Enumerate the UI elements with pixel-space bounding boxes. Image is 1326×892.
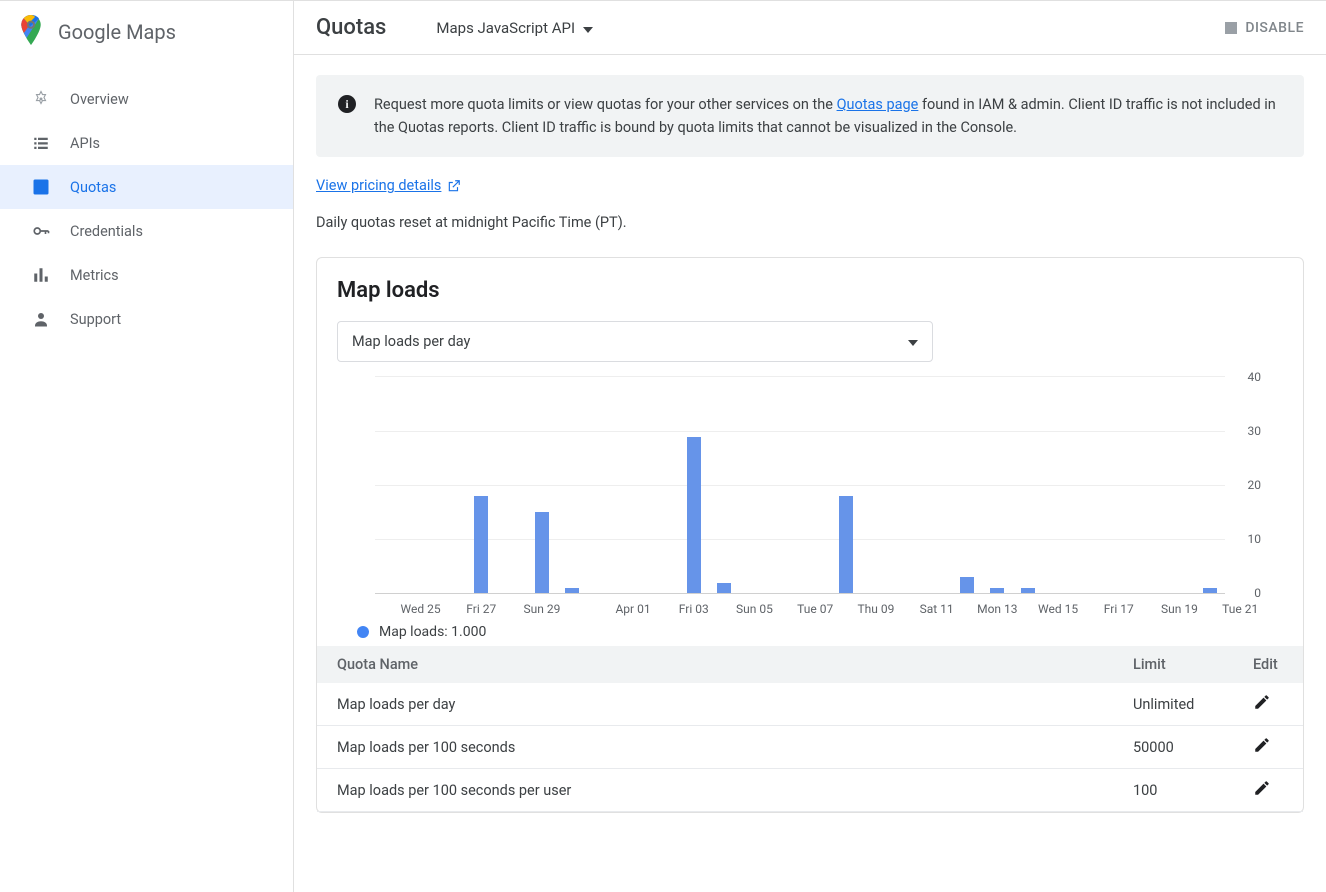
x-tick: Mon 13 [977,602,1017,616]
x-tick: Sat 11 [920,602,954,616]
sidebar-item-label: Support [70,311,121,328]
view-pricing-link[interactable]: View pricing details [316,177,461,194]
caret-down-icon [908,334,918,350]
brand: Google Maps [0,1,293,63]
granularity-select[interactable]: Map loads per day [337,321,933,362]
chart-bar[interactable] [535,512,549,593]
google-maps-logo-icon [20,15,42,49]
person-icon [30,309,52,329]
sidebar: Google Maps Overview APIs Quotas Credent… [0,1,294,892]
chart: 010203040 Wed 25 Fri 27 Sun 29 Apr 01 Fri 03 S… [337,376,1283,640]
reset-note: Daily quotas reset at midnight Pacific T… [316,214,1304,231]
chart-bar[interactable] [717,583,731,594]
info-text: Request more quota limits or view quotas… [374,93,1282,139]
x-tick: Apr 01 [615,602,650,616]
quota-table: Quota Name Limit Edit Map loads per dayU… [317,646,1303,812]
sidebar-item-credentials[interactable]: Credentials [0,209,293,253]
brand-name: Google Maps [58,20,176,44]
quota-name: Map loads per 100 seconds per user [317,769,1113,812]
x-tick: Wed 25 [401,602,441,616]
x-tick: Tue 07 [797,602,833,616]
api-overview-icon [30,89,52,109]
caret-down-icon [583,19,593,37]
edit-button[interactable] [1253,779,1271,797]
col-header-edit: Edit [1233,646,1303,683]
col-header-name: Quota Name [317,646,1113,683]
x-tick: Fri 03 [679,602,709,616]
quota-name: Map loads per 100 seconds [317,726,1113,769]
x-tick: Sun 05 [736,602,773,616]
chart-bar[interactable] [839,496,853,593]
sidebar-item-overview[interactable]: Overview [0,77,293,121]
chart-bar[interactable] [990,588,1004,593]
map-loads-card: Map loads Map loads per day 010203040Wed… [316,257,1304,813]
quotas-page-link[interactable]: Quotas page [837,96,919,113]
y-tick: 30 [1248,424,1262,438]
y-tick: 10 [1248,532,1262,546]
chart-bar[interactable] [565,588,579,593]
chart-bar[interactable] [1021,588,1035,593]
table-row: Map loads per dayUnlimited [317,683,1303,726]
sidebar-item-metrics[interactable]: Metrics [0,253,293,297]
info-banner: i Request more quota limits or view quot… [316,75,1304,157]
legend-label: Map loads: 1.000 [379,624,486,640]
chart-bar[interactable] [960,577,974,593]
disable-button[interactable]: DISABLE [1225,20,1304,36]
api-selector-label: Maps JavaScript API [436,19,575,37]
bars-icon [30,265,52,285]
external-link-icon [447,179,461,193]
disable-label: DISABLE [1245,20,1304,36]
x-tick: Wed 15 [1038,602,1078,616]
x-tick: Fri 17 [1104,602,1134,616]
quota-limit: 50000 [1113,726,1233,769]
quota-limit: 100 [1113,769,1233,812]
info-icon: i [338,95,356,113]
quota-icon [30,177,52,197]
quota-limit: Unlimited [1113,683,1233,726]
key-icon [30,221,52,241]
y-tick: 0 [1254,586,1261,600]
x-tick: Fri 27 [466,602,496,616]
list-icon [30,133,52,153]
chart-bar[interactable] [687,437,701,594]
sidebar-item-label: Metrics [70,267,119,284]
plot-area: 010203040 [375,376,1225,594]
legend-dot-icon [357,626,369,638]
x-tick: Thu 09 [857,602,894,616]
x-tick: Sun 19 [1161,602,1198,616]
api-selector[interactable]: Maps JavaScript API [436,19,593,37]
sidebar-item-label: Overview [70,91,129,108]
chart-bar[interactable] [1203,588,1217,593]
sidebar-item-label: Credentials [70,223,143,240]
table-row: Map loads per 100 seconds50000 [317,726,1303,769]
card-title: Map loads [337,278,1283,303]
y-tick: 20 [1248,478,1262,492]
sidebar-item-support[interactable]: Support [0,297,293,341]
chart-bar[interactable] [474,496,488,593]
quota-name: Map loads per day [317,683,1113,726]
chart-legend: Map loads: 1.000 [345,624,1275,640]
select-label: Map loads per day [352,333,470,350]
y-tick: 40 [1248,370,1262,384]
edit-button[interactable] [1253,693,1271,711]
topbar: Quotas Maps JavaScript API DISABLE [294,1,1326,54]
page-title: Quotas [316,15,386,40]
sidebar-item-quotas[interactable]: Quotas [0,165,293,209]
table-row: Map loads per 100 seconds per user100 [317,769,1303,812]
col-header-limit: Limit [1113,646,1233,683]
sidebar-item-label: Quotas [70,179,116,196]
main-content: Quotas Maps JavaScript API DISABLE i Req… [294,1,1326,892]
sidebar-item-label: APIs [70,135,100,152]
x-tick: Tue 21 [1222,602,1258,616]
x-tick: Sun 29 [524,602,561,616]
stop-icon [1225,22,1237,34]
edit-button[interactable] [1253,736,1271,754]
sidebar-item-apis[interactable]: APIs [0,121,293,165]
